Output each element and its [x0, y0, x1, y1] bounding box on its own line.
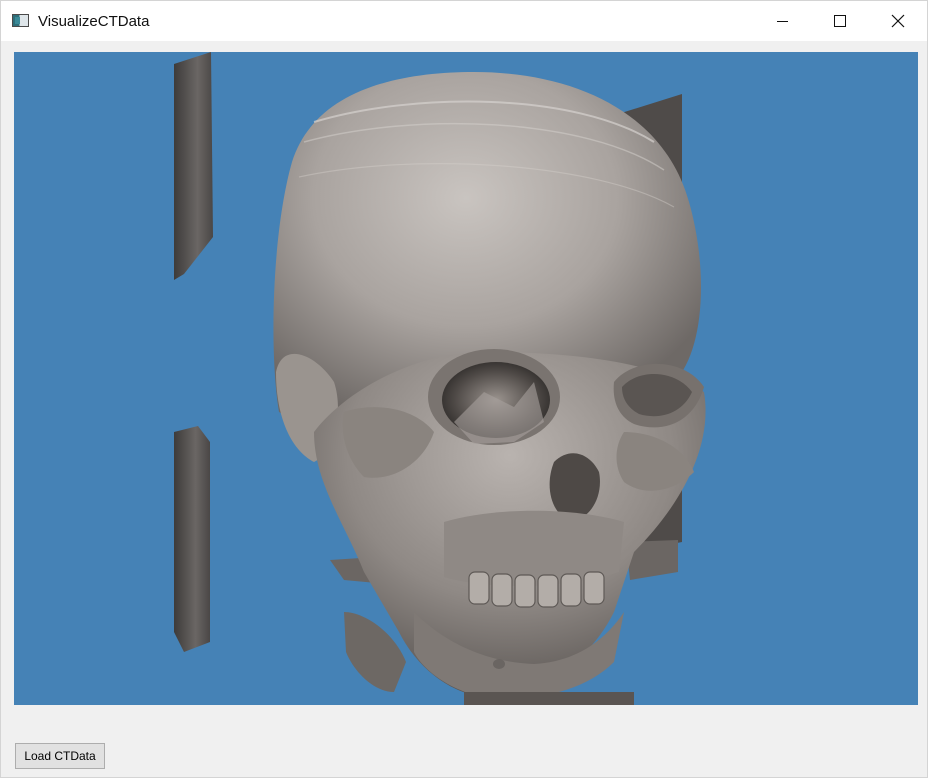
left-upper-plate: [174, 52, 213, 280]
render-viewport[interactable]: [14, 52, 918, 705]
close-button[interactable]: [869, 1, 927, 41]
app-window: VisualizeCTData Load CTData: [0, 0, 928, 778]
title-bar[interactable]: VisualizeCTData: [1, 1, 927, 41]
app-window-icon: [12, 14, 29, 27]
close-icon: [891, 14, 905, 28]
maximize-icon: [834, 15, 846, 27]
skull-volume-render: [174, 52, 706, 705]
minimize-button[interactable]: [753, 1, 811, 41]
minimize-icon: [776, 20, 788, 22]
base-support: [464, 692, 634, 705]
load-ctdata-button[interactable]: Load CTData: [15, 743, 105, 769]
window-title: VisualizeCTData: [38, 13, 150, 30]
maximize-button[interactable]: [811, 1, 869, 41]
left-lower-plate: [174, 426, 210, 652]
